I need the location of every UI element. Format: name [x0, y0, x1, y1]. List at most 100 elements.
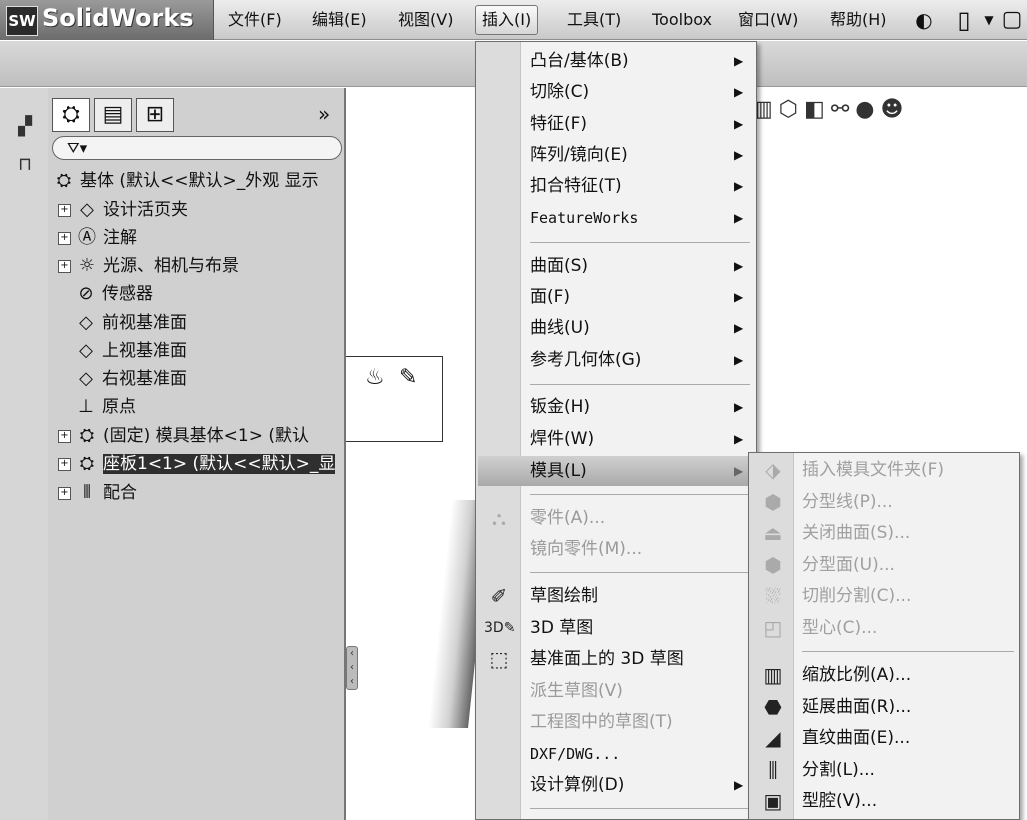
- tree-filter[interactable]: ⛛▾: [52, 136, 342, 160]
- view-heads-up-toolbar: ▥⬡◧⚯●☻: [752, 90, 1027, 130]
- chevron-down-icon[interactable]: ▼: [982, 6, 996, 34]
- submenu-item-ruled-surface[interactable]: 直纹曲面(E)...: [802, 723, 910, 753]
- tab-property-manager[interactable]: ▤: [94, 98, 132, 132]
- submenu-arrow-icon: ▶: [734, 85, 744, 99]
- tree-node-lights[interactable]: + ☼ 光源、相机与布景: [58, 253, 239, 279]
- expand-icon[interactable]: +: [58, 429, 71, 443]
- offset-surface-icon: ⬣: [764, 695, 782, 719]
- menu-view[interactable]: 视图(V): [392, 8, 459, 32]
- expand-icon[interactable]: +: [58, 259, 71, 273]
- tree-node-design-binder[interactable]: + ◇ 设计活页夹: [58, 197, 188, 223]
- menu-item-sheet-metal[interactable]: 钣金(H): [530, 392, 590, 422]
- appearance-icon[interactable]: ●: [855, 97, 880, 122]
- menu-separator: [530, 494, 750, 495]
- submenu-arrow-icon: ▶: [734, 179, 744, 193]
- tree-node-top-plane[interactable]: ◇ 上视基准面: [74, 338, 187, 364]
- submenu-arrow-icon: ▶: [734, 400, 744, 414]
- submenu-arrow-icon: ▶: [734, 464, 744, 478]
- menu-item-design-study[interactable]: 设计算例(D): [530, 770, 624, 800]
- menu-item-sketch[interactable]: 草图绘制: [530, 581, 598, 611]
- parting-line-icon: ⬢: [764, 490, 782, 514]
- mates-icon: ⫴: [83, 482, 91, 503]
- pin-icon[interactable]: ◐: [910, 6, 938, 34]
- submenu-arrow-icon: ▶: [734, 259, 744, 273]
- new-document-icon[interactable]: ▯: [950, 6, 978, 34]
- part-icon: ⛭: [79, 453, 95, 474]
- menu-item-fastening-feature[interactable]: 扣合特征(T): [530, 171, 622, 201]
- pulse-icon[interactable]: ⊓: [12, 154, 38, 176]
- tab-feature-manager[interactable]: ⛭: [52, 98, 90, 132]
- submenu-item-cavity[interactable]: 型腔(V)...: [802, 786, 877, 816]
- menu-item-curve[interactable]: 曲线(U): [530, 313, 590, 343]
- panel-splitter-handle[interactable]: ‹ ‹ ‹: [346, 646, 358, 690]
- menu-item-3d-sketch[interactable]: 3D 草图: [530, 613, 593, 643]
- submenu-item-split[interactable]: 分割(L)...: [802, 755, 875, 785]
- menu-item-boss-base[interactable]: 凸台/基体(B): [530, 46, 629, 76]
- properties-icon[interactable]: ✎: [399, 365, 417, 390]
- menu-item-3d-sketch-on-plane[interactable]: 基准面上的 3D 草图: [530, 644, 684, 674]
- submenu-item-offset-surface[interactable]: 延展曲面(R)...: [802, 692, 911, 722]
- menu-item-face[interactable]: 面(F): [530, 282, 570, 312]
- menu-item-weldments[interactable]: 焊件(W): [530, 424, 594, 454]
- expand-icon[interactable]: +: [58, 457, 71, 471]
- tree-node-mates[interactable]: + ⫴ 配合: [58, 480, 137, 506]
- tree-node-origin[interactable]: ⊥ 原点: [74, 394, 136, 420]
- tree-node-annotations[interactable]: + Ⓐ 注解: [58, 225, 137, 251]
- display-style-icon[interactable]: ◧: [804, 97, 831, 122]
- menu-item-features[interactable]: 特征(F): [530, 109, 587, 139]
- open-folder-icon[interactable]: ▢: [998, 6, 1026, 34]
- expand-icon[interactable]: +: [58, 231, 71, 245]
- rebuild-icon[interactable]: ♨: [365, 365, 385, 390]
- menu-file[interactable]: 文件(F): [222, 8, 288, 32]
- step-icon[interactable]: ▞: [12, 116, 38, 138]
- tree-node-right-plane[interactable]: ◇ 右视基准面: [74, 366, 187, 392]
- 3d-sketch-icon: 3D✎: [484, 620, 516, 636]
- core-icon: ◰: [763, 616, 783, 640]
- 3d-sketch-on-plane-icon: ⬚: [489, 647, 509, 671]
- submenu-item-scale[interactable]: 缩放比例(A)...: [802, 660, 911, 690]
- tree-node-sensors[interactable]: ⊘ 传感器: [74, 281, 153, 307]
- tree-node-front-plane[interactable]: ◇ 前视基准面: [74, 310, 187, 336]
- menu-toolbox[interactable]: Toolbox: [646, 8, 718, 32]
- submenu-item-insert-mold-folder: 插入模具文件夹(F): [802, 460, 945, 480]
- shut-off-surface-icon: ⏏: [763, 521, 783, 545]
- menu-highlight: [478, 456, 754, 486]
- hide-show-icon[interactable]: ⚯: [831, 97, 855, 122]
- annotation-icon: Ⓐ: [78, 227, 96, 248]
- cavity-icon: ▣: [763, 789, 783, 813]
- submenu-item-shut-off-surfaces: 关闭曲面(S)...: [802, 523, 911, 543]
- menu-edit[interactable]: 编辑(E): [306, 8, 373, 32]
- submenu-arrow-icon: ▶: [734, 353, 744, 367]
- component-icon: ⛬: [492, 506, 506, 530]
- menu-item-surface[interactable]: 曲面(S): [530, 251, 588, 281]
- tree-root[interactable]: ⛭ 基体 (默认<<默认>_外观 显示: [52, 168, 319, 194]
- expand-icon[interactable]: +: [58, 486, 71, 500]
- submenu-arrow-icon: ▶: [734, 778, 744, 792]
- scale-icon: ▥: [763, 663, 783, 687]
- split-icon: ⫼: [768, 758, 778, 782]
- menu-item-reference-geometry[interactable]: 参考几何体(G): [530, 345, 641, 375]
- submenu-item-parting-surface: 分型面(U)...: [802, 555, 895, 575]
- menu-separator: [530, 384, 750, 385]
- expand-icon[interactable]: +: [58, 203, 71, 217]
- submenu-arrow-icon: ▶: [734, 290, 744, 304]
- filter-dropdown-arrow: ▾: [79, 139, 88, 157]
- view-orientation-icon[interactable]: ⬡: [779, 97, 804, 122]
- tab-configuration-manager[interactable]: ⊞: [136, 98, 174, 132]
- collapse-panel-icon[interactable]: »: [318, 102, 330, 126]
- menu-window[interactable]: 窗口(W): [732, 8, 804, 32]
- menu-insert[interactable]: 插入(I): [475, 5, 539, 35]
- menu-help[interactable]: 帮助(H): [824, 8, 893, 32]
- tree-node-mold-base[interactable]: + ⛭ (固定) 模具基体<1> (默认: [58, 423, 309, 449]
- tree-node-seat-plate[interactable]: + ⛭ 座板1<1> (默认<<默认>_显: [58, 451, 336, 477]
- binder-icon: ◇: [80, 199, 94, 220]
- menu-item-pattern-mirror[interactable]: 阵列/镜向(E): [530, 140, 628, 170]
- menu-item-dxf-dwg[interactable]: DXF/DWG...: [530, 739, 620, 769]
- submenu-arrow-icon: ▶: [734, 211, 744, 225]
- menu-item-cut[interactable]: 切除(C): [530, 77, 589, 107]
- menu-item-featureworks[interactable]: FeatureWorks: [530, 203, 638, 233]
- scene-icon[interactable]: ☻: [880, 97, 909, 122]
- menu-item-sketch-from-drawing: 工程图中的草图(T): [530, 712, 673, 732]
- menu-item-molds[interactable]: 模具(L): [530, 456, 587, 486]
- menu-tools[interactable]: 工具(T): [561, 8, 627, 32]
